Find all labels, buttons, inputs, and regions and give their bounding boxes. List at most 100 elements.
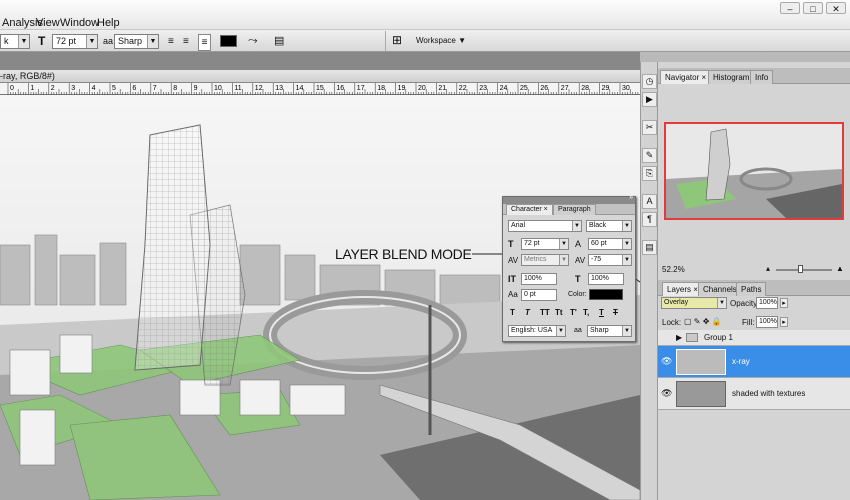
leading-icon: A [575, 239, 582, 249]
aa-label: a [103, 36, 109, 46]
baseline-shift-icon: Aa [508, 290, 518, 299]
close-icon[interactable]: ✕ [826, 2, 846, 14]
blend-mode-select[interactable]: Overlay ▼ [661, 297, 727, 309]
navigator-preview[interactable] [664, 122, 844, 220]
fill-slider-icon[interactable]: ▸ [780, 317, 788, 327]
all-caps-button[interactable]: TT [540, 308, 550, 317]
font-style-select[interactable]: k ▼ [0, 34, 30, 49]
opacity-slider-icon[interactable]: ▸ [780, 298, 788, 308]
leading-field[interactable]: 60 pt ▼ [588, 238, 632, 250]
tracking-field[interactable]: -75 ▼ [588, 254, 632, 266]
menu-help[interactable]: Help [97, 17, 120, 29]
document-tab[interactable]: -ray, RGB/8#) [0, 70, 640, 83]
tracking-icon: AV [575, 256, 586, 265]
font-size-field[interactable]: 72 pt ▼ [521, 238, 569, 250]
panel-collapse-icon[interactable]: » [629, 194, 633, 201]
antialias-select[interactable]: Sharp ▼ [114, 34, 159, 49]
baseline-shift-value: 0 pt [524, 291, 536, 298]
horizontal-scale-field[interactable]: 100% [588, 273, 624, 285]
maximize-icon[interactable]: □ [803, 2, 823, 14]
character-antialias-select[interactable]: Sharp ▼ [587, 325, 632, 337]
lock-icons[interactable]: ▢ ✎ ✥ 🔒 [684, 317, 722, 326]
workspace-label: Workspace [416, 36, 456, 45]
layer-group-row[interactable]: ▶ Group 1 [658, 330, 850, 346]
visibility-eye-icon[interactable]: 👁 [661, 356, 672, 367]
baseline-shift-field[interactable]: 0 pt [521, 289, 557, 301]
actions-icon[interactable]: ▶ [642, 92, 657, 107]
ruler-label: 21 [438, 85, 446, 92]
menu-window[interactable]: Window [60, 17, 99, 29]
layer-thumbnail [676, 381, 726, 407]
ruler-label: 12 [255, 85, 263, 92]
layer-row[interactable]: 👁 shaded with textures [658, 378, 850, 410]
ruler-label: 14 [296, 85, 304, 92]
font-size-value: 72 pt [524, 240, 540, 247]
font-family-select[interactable]: Arial ▼ [508, 220, 582, 232]
opacity-field[interactable]: 100% [756, 297, 778, 309]
fill-field[interactable]: 100% [756, 316, 778, 328]
tab-navigator[interactable]: Navigator × [660, 70, 712, 84]
history-icon[interactable]: ◷ [642, 74, 657, 89]
underline-button[interactable]: T [599, 308, 604, 317]
minimize-icon[interactable]: – [780, 2, 800, 14]
align-left-icon[interactable]: ≡ [168, 34, 174, 49]
faux-bold-button[interactable]: T [510, 308, 515, 317]
character-icon[interactable]: A [642, 194, 657, 209]
tab-layers[interactable]: Layers × [662, 282, 703, 296]
font-size-select[interactable]: 72 pt ▼ [52, 34, 98, 49]
panel-titlebar[interactable]: » [503, 194, 635, 204]
small-caps-button[interactable]: Tt [555, 308, 563, 317]
language-select[interactable]: English: USA ▼ [508, 325, 566, 337]
notes-icon[interactable]: ▤ [642, 240, 657, 255]
navigator-zoom[interactable]: 52.2% [662, 265, 685, 274]
faux-italic-button[interactable]: T [525, 308, 530, 317]
ruler-label: 23 [479, 85, 487, 92]
tab-paragraph[interactable]: Paragraph [553, 204, 596, 215]
lock-label: Lock: [662, 318, 682, 327]
brushes-icon[interactable]: ✎ [642, 148, 657, 163]
antialias-value: Sharp [118, 36, 143, 46]
tab-paths[interactable]: Paths [736, 282, 767, 296]
character-color-swatch[interactable] [589, 289, 623, 300]
tab-character[interactable]: Character × [506, 204, 553, 215]
tab-histogram[interactable]: Histogram [708, 70, 755, 84]
ruler-label: 5 [112, 85, 116, 92]
workspace-menu[interactable]: Workspace ▼ [416, 36, 466, 45]
strikethrough-button[interactable]: T [613, 308, 618, 317]
tab-character-label: Character [511, 206, 542, 213]
vertical-scale-field[interactable]: 100% [521, 273, 557, 285]
zoom-slider-thumb[interactable] [798, 265, 803, 273]
align-center-icon[interactable]: ≡ [183, 34, 189, 49]
character-panel-toggle-icon[interactable]: ▤ [274, 34, 284, 49]
horizontal-scale-value: 100% [591, 275, 609, 282]
layer-row-selected[interactable]: 👁 x-ray [658, 346, 850, 378]
ruler-label: 27 [561, 85, 569, 92]
ruler-label: 11 [234, 85, 241, 92]
tool-presets-icon[interactable]: ✂ [642, 120, 657, 135]
kerning-field[interactable]: Metrics ▼ [521, 254, 569, 266]
tab-info[interactable]: Info [750, 70, 774, 84]
ruler-label: 1 [30, 85, 34, 92]
superscript-button[interactable]: T' [570, 308, 577, 317]
kerning-value: Metrics [524, 256, 547, 263]
panel-dock-icons: ◷ ▶ ✂ ✎ ⎘ A ¶ ▤ [640, 62, 658, 500]
font-style-select[interactable]: Black ▼ [586, 220, 632, 232]
chevron-down-icon: ▼ [622, 326, 631, 336]
zoom-out-icon[interactable]: ▴ [766, 264, 770, 273]
warp-text-icon[interactable]: ⤳ [248, 33, 258, 48]
leading-value: 60 pt [591, 240, 607, 247]
bridge-icon[interactable]: ⊞ [392, 33, 402, 48]
zoom-in-icon[interactable]: ▲ [836, 264, 844, 273]
visibility-eye-icon[interactable]: 👁 [661, 388, 672, 399]
subscript-button[interactable]: T, [583, 308, 589, 317]
clone-source-icon[interactable]: ⎘ [642, 166, 657, 181]
font-family-value: Arial [511, 222, 526, 229]
menu-view[interactable]: View [36, 17, 60, 29]
paragraph-icon[interactable]: ¶ [642, 212, 657, 227]
antialias-icon: aa [574, 327, 582, 334]
text-color-swatch[interactable] [220, 35, 237, 47]
zoom-slider-track[interactable] [776, 269, 832, 271]
expand-arrow-icon[interactable]: ▶ [676, 333, 682, 342]
right-panel-dock: Navigator × Histogram Info 52.2% ▴ ▲ Lay… [658, 62, 850, 500]
align-right-icon[interactable]: ≡ [198, 34, 211, 51]
